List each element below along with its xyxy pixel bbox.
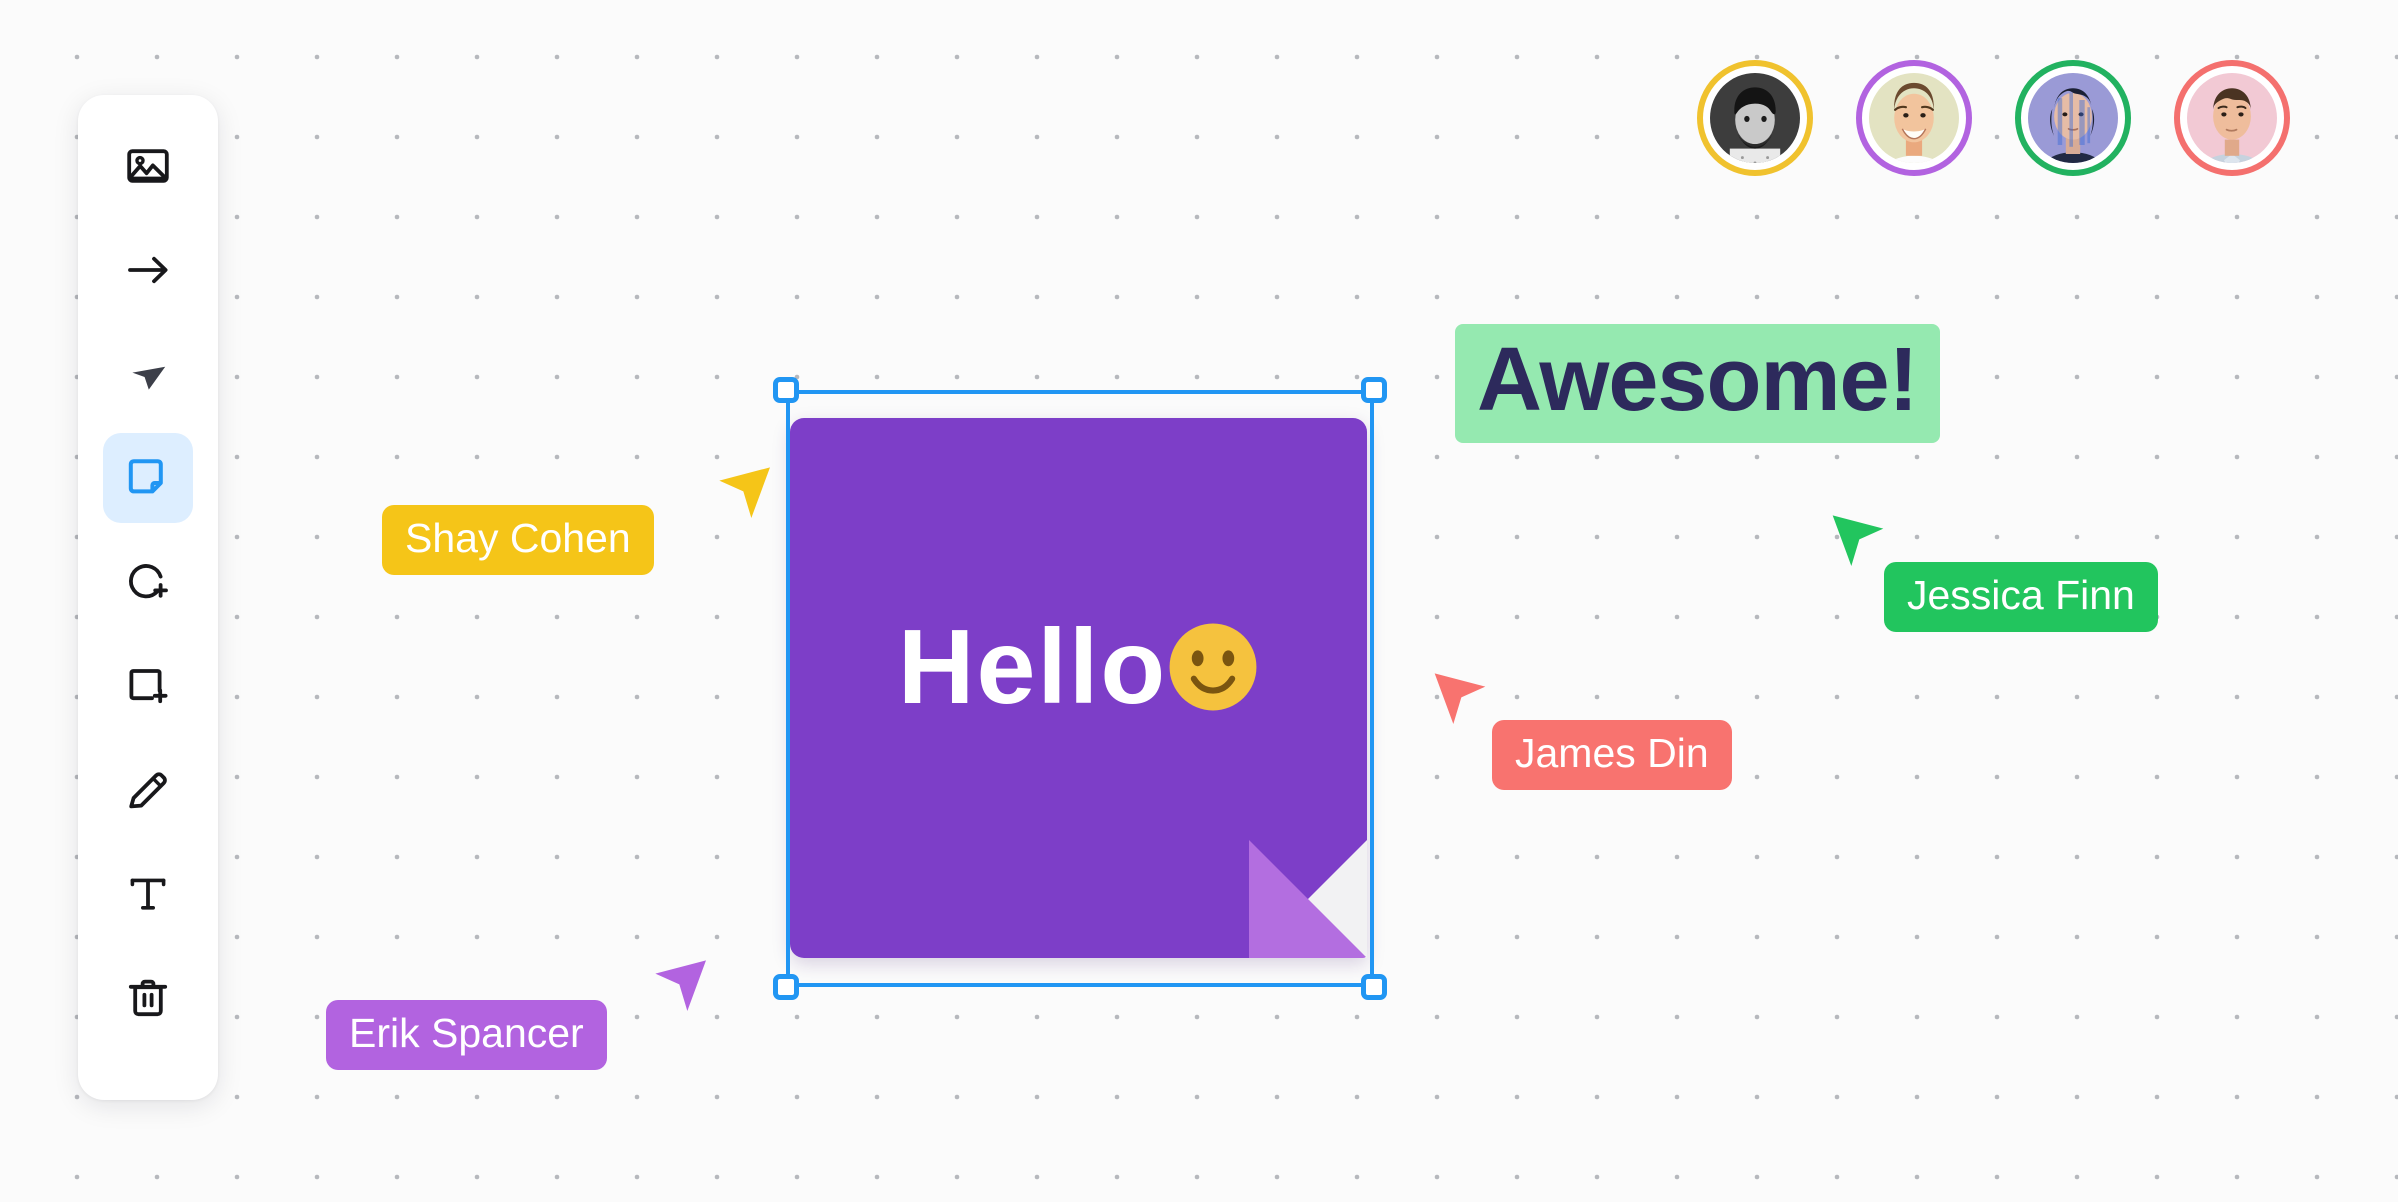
text-icon xyxy=(124,870,172,918)
collaborator-avatars xyxy=(1697,60,2290,176)
avatar-image xyxy=(2187,73,2277,163)
tool-arrow[interactable] xyxy=(103,225,193,315)
tool-text[interactable] xyxy=(103,849,193,939)
resize-handle-bottom-left[interactable] xyxy=(773,974,799,1000)
cursor-pointer-icon xyxy=(1434,673,1486,724)
tool-image[interactable] xyxy=(103,121,193,211)
cursor-icon xyxy=(124,350,172,398)
avatar[interactable] xyxy=(2015,60,2131,176)
avatar-image xyxy=(1710,73,1800,163)
tool-pen[interactable] xyxy=(103,745,193,835)
avatar[interactable] xyxy=(1856,60,1972,176)
text-element-awesome[interactable]: Awesome! xyxy=(1455,324,1940,444)
cursor-name-label: Erik Spancer xyxy=(326,1000,607,1070)
circle-plus-icon xyxy=(124,558,172,606)
pencil-icon xyxy=(124,766,172,814)
whiteboard-canvas[interactable]: Hello Awesome! Shay Cohen Erik Spancer Jes… xyxy=(0,0,2398,1202)
resize-handle-bottom-right[interactable] xyxy=(1361,974,1387,1000)
tool-select[interactable] xyxy=(103,329,193,419)
arrow-right-icon xyxy=(124,246,172,294)
resize-handle-top-right[interactable] xyxy=(1361,377,1387,403)
tool-palette xyxy=(78,95,218,1100)
selection-frame[interactable] xyxy=(773,377,1387,1000)
square-plus-icon xyxy=(124,662,172,710)
sticky-note-icon xyxy=(124,454,172,502)
cursor-pointer-icon xyxy=(655,960,706,1011)
tool-ellipse[interactable] xyxy=(103,537,193,627)
tool-delete[interactable] xyxy=(103,953,193,1043)
cursor-name-label: Shay Cohen xyxy=(382,505,654,575)
cursor-name-label: James Din xyxy=(1492,720,1732,790)
avatar-image xyxy=(2028,73,2118,163)
image-icon xyxy=(124,142,172,190)
tool-sticky-note[interactable] xyxy=(103,433,193,523)
avatar-image xyxy=(1869,73,1959,163)
resize-handle-top-left[interactable] xyxy=(773,377,799,403)
avatar[interactable] xyxy=(1697,60,1813,176)
tool-rectangle[interactable] xyxy=(103,641,193,731)
avatar[interactable] xyxy=(2174,60,2290,176)
trash-icon xyxy=(124,974,172,1022)
cursor-pointer-icon xyxy=(719,467,770,518)
cursor-pointer-icon xyxy=(1832,515,1884,566)
cursor-name-label: Jessica Finn xyxy=(1884,562,2158,632)
